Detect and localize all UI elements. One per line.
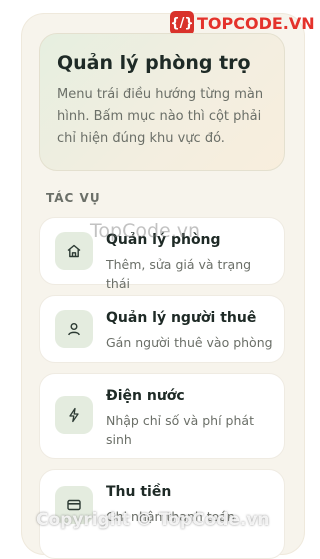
menu-item-subtitle: Nhập chỉ số và phí phát sinh	[106, 413, 254, 447]
menu-item-title: Điện nước	[106, 388, 185, 404]
menu-item-title: Quản lý người thuê	[106, 310, 257, 326]
section-label: TÁC VỤ	[46, 191, 101, 205]
menu-item-subtitle: Thêm, sửa giá và trạng thái	[106, 257, 252, 291]
watermark-center: TopCode.vn	[90, 220, 201, 242]
page-title: Quản lý phòng trọ	[57, 52, 251, 74]
page-description: Menu trái điều hướng từng màn hình. Bấm …	[57, 87, 264, 146]
home-icon	[55, 232, 93, 270]
menu-item-tenants[interactable]: Quản lý người thuê Gán người thuê vào ph…	[39, 295, 285, 363]
lightning-icon	[55, 396, 93, 434]
logo-text: TOPCODE.VN	[197, 13, 315, 33]
watermark-copyright: Copyright © TopCode.vn	[36, 510, 270, 530]
menu-item-subtitle: Gán người thuê vào phòng	[106, 335, 273, 350]
user-icon	[55, 310, 93, 348]
logo-mark: {/}	[170, 11, 194, 35]
menu-item-title: Thu tiền	[106, 484, 172, 500]
hero-card: Quản lý phòng trọ Menu trái điều hướng t…	[39, 33, 285, 171]
menu-item-utilities[interactable]: Điện nước Nhập chỉ số và phí phát sinh	[39, 373, 285, 459]
